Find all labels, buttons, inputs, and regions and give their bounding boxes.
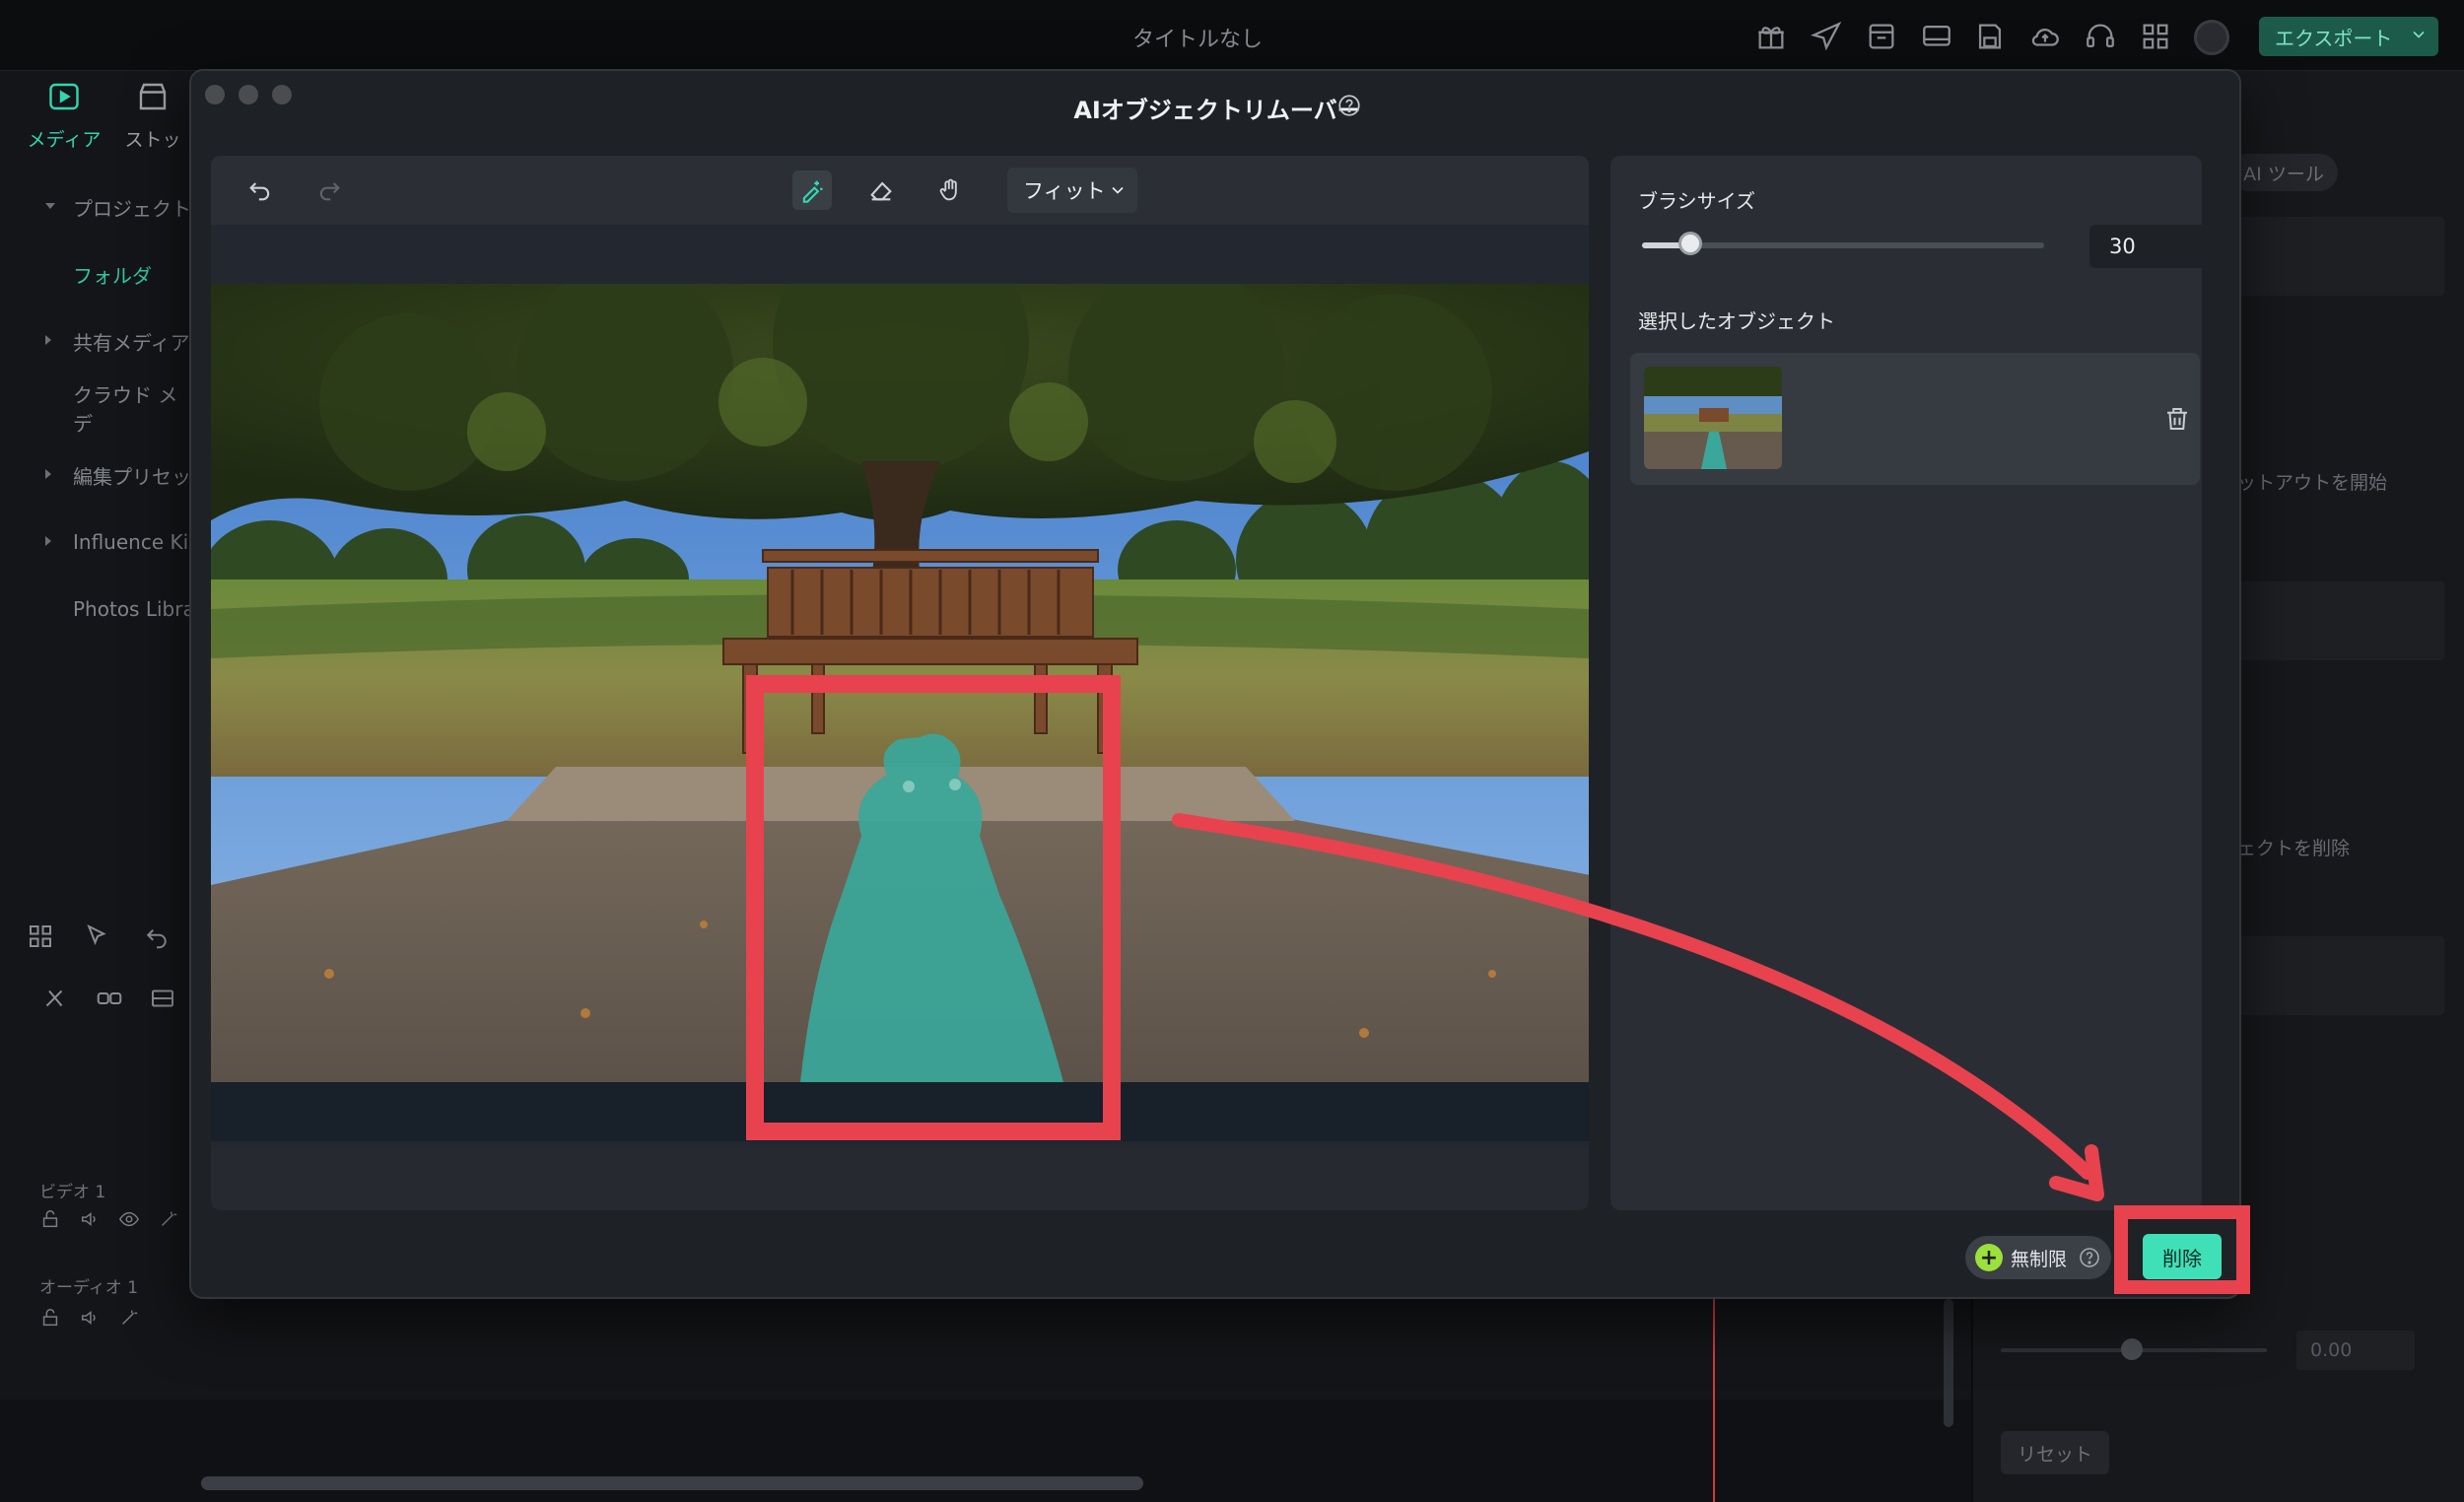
redo-icon <box>319 182 340 201</box>
chevron-down-icon <box>1112 186 1124 194</box>
speaker-icon[interactable] <box>79 1208 101 1230</box>
brush-size-input[interactable]: 30 <box>2089 225 2216 268</box>
magic-icon[interactable] <box>118 1307 140 1329</box>
nav-item-project[interactable]: プロジェクト <box>28 173 195 240</box>
park-bench-photo[interactable] <box>211 284 1589 1082</box>
selected-objects-label: 選択したオブジェクト <box>1638 309 1835 333</box>
selected-object-item[interactable] <box>1630 353 2200 485</box>
canvas-panel: フィット <box>211 156 1589 1210</box>
nav-item-folder[interactable]: フォルダ <box>28 240 195 307</box>
zoom-select-value: フィット <box>1023 179 1106 203</box>
left-nav: プロジェクト フォルダ 共有メディア クラウド メデ 編集プリセッ Influe… <box>28 173 195 643</box>
unlimited-badge[interactable]: + 無制限 <box>1965 1236 2111 1279</box>
media-icon <box>49 83 79 110</box>
chevron-down-icon <box>2413 31 2425 38</box>
redo-button[interactable] <box>309 171 349 210</box>
brush-size-slider[interactable] <box>1642 242 2044 248</box>
playhead[interactable] <box>1713 1299 1715 1502</box>
store-icon <box>139 83 167 110</box>
grid-icon[interactable] <box>2139 20 2172 53</box>
hand-tool-button[interactable] <box>930 171 970 210</box>
track-icon[interactable] <box>148 984 177 1013</box>
object-thumbnail <box>1644 367 1782 469</box>
track-label-audio: オーディオ 1 <box>39 1278 139 1298</box>
zoom-select[interactable]: フィット <box>1007 168 1137 213</box>
tab-media-label: メディア <box>27 129 102 151</box>
eye-icon[interactable] <box>118 1208 140 1230</box>
link-icon[interactable] <box>95 984 124 1013</box>
nav-item-influence-kit[interactable]: Influence Ki <box>28 509 195 576</box>
nav-item-photos-library[interactable]: Photos Libra <box>28 576 195 643</box>
tab-ai-tools[interactable]: AI ツール <box>2229 154 2338 191</box>
brush-icon <box>802 180 823 203</box>
audio-track-controls <box>39 1307 197 1336</box>
property-value[interactable]: 0.00 <box>2296 1331 2415 1370</box>
timeline-scrollbar[interactable] <box>201 1476 1143 1490</box>
cloud-icon[interactable] <box>2028 20 2062 53</box>
help-icon[interactable] <box>2078 1246 2101 1269</box>
unlimited-label: 無制限 <box>2011 1248 2068 1270</box>
send-icon[interactable] <box>1810 20 1843 53</box>
magic-icon[interactable] <box>158 1208 179 1230</box>
canvas-toolbar: フィット <box>211 156 1589 225</box>
save-icon[interactable] <box>1973 20 2007 53</box>
brush-size-slider-knob[interactable] <box>1677 232 1702 255</box>
trash-icon[interactable] <box>2162 404 2192 434</box>
tab-stock[interactable]: ストッ <box>108 79 197 152</box>
tab-stock-label: ストッ <box>124 129 181 151</box>
ai-object-remover-dialog: AIオブジェクトリムーバー フィット ブラシサイズ 30 選択したオブジェクト … <box>189 69 2241 1299</box>
app-titlebar: タイトルなし エクスポート <box>0 0 2464 71</box>
settings-panel: ブラシサイズ 30 選択したオブジェクト <box>1610 156 2216 1210</box>
remove-object-text: ェクトを削除 <box>2237 838 2351 859</box>
tab-media[interactable]: メディア <box>20 79 108 152</box>
nav-item-cloud-media[interactable]: クラウド メデ <box>28 375 195 442</box>
select-icon[interactable] <box>83 922 112 951</box>
cutout-text: ットアウトを開始 <box>2237 472 2388 494</box>
help-icon[interactable] <box>1336 93 1362 118</box>
gift-icon[interactable] <box>1754 20 1788 53</box>
speaker-icon[interactable] <box>79 1307 101 1329</box>
brush-tool-button[interactable] <box>792 171 832 210</box>
remove-button[interactable]: 削除 <box>2143 1234 2222 1279</box>
plus-icon: + <box>1975 1244 2003 1271</box>
export-label: エクスポート <box>2275 26 2393 50</box>
monitor-icon[interactable] <box>1920 20 1953 53</box>
template-icon[interactable] <box>1865 20 1898 53</box>
nav-item-shared-media[interactable]: 共有メディア <box>28 307 195 375</box>
image-canvas[interactable] <box>211 225 1589 1147</box>
export-button[interactable]: エクスポート <box>2259 17 2438 56</box>
undo-button[interactable] <box>240 171 280 210</box>
video-track-controls <box>39 1208 197 1238</box>
eraser-icon <box>870 181 892 201</box>
split-icon[interactable] <box>39 984 69 1013</box>
undo-icon[interactable] <box>142 922 171 951</box>
dialog-title: AIオブジェクトリムーバー <box>1073 97 1361 124</box>
headset-icon[interactable] <box>2084 20 2117 53</box>
nav-item-presets[interactable]: 編集プリセッ <box>28 442 195 509</box>
lock-icon[interactable] <box>39 1307 61 1329</box>
reset-button[interactable]: リセット <box>2001 1431 2109 1474</box>
brush-size-label: ブラシサイズ <box>1638 189 1755 213</box>
vertical-scrollbar[interactable] <box>1944 1299 1953 1427</box>
canvas-bottom-strip <box>211 1082 1589 1141</box>
hand-icon <box>939 178 957 201</box>
track-label-video: ビデオ 1 <box>39 1183 106 1202</box>
undo-icon <box>249 182 270 201</box>
layout-icon[interactable] <box>26 922 55 951</box>
avatar[interactable] <box>2194 20 2229 55</box>
eraser-tool-button[interactable] <box>861 171 901 210</box>
lock-icon[interactable] <box>39 1208 61 1230</box>
property-slider-knob[interactable] <box>2121 1338 2143 1360</box>
